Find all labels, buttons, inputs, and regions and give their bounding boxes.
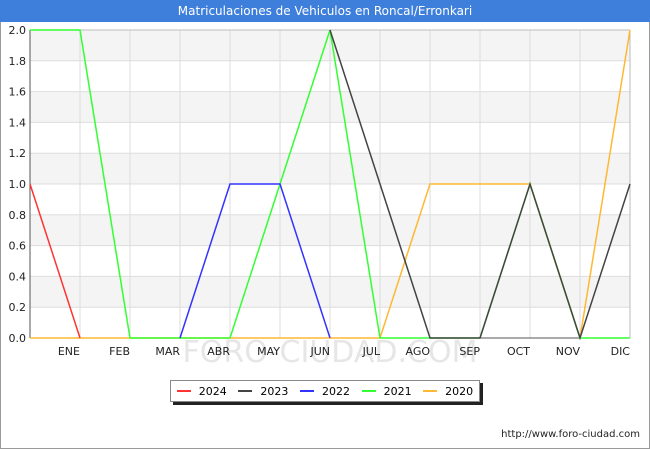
y-tick-label: 0.2 (9, 301, 27, 314)
x-tick-label: MAY (257, 345, 280, 358)
x-tick-label: FEB (109, 345, 130, 358)
legend-item-2021: 2021 (361, 384, 412, 398)
x-tick-label: ENE (58, 345, 80, 358)
legend: 2024 2023 2022 2021 2020 (170, 380, 480, 402)
legend-item-2020: 2020 (423, 385, 473, 398)
legend-swatch (423, 390, 438, 392)
y-tick-label: 1.2 (9, 147, 27, 160)
y-tick-label: 0.6 (9, 240, 27, 253)
x-tick-label: OCT (507, 345, 530, 358)
y-tick-label: 0.8 (9, 209, 27, 222)
y-tick-label: 1.6 (9, 86, 27, 99)
series-line-2024 (29, 183, 81, 339)
y-tick-label: 0.4 (9, 270, 27, 283)
x-tick-label: AGO (405, 345, 430, 358)
legend-swatch (176, 390, 191, 392)
legend-swatch (238, 390, 253, 392)
x-tick-label: SEP (459, 345, 480, 358)
legend-label: 2023 (260, 384, 289, 398)
legend-label: 2022 (321, 384, 350, 398)
y-tick-label: 1.8 (9, 55, 27, 68)
legend-swatch (361, 390, 376, 392)
y-tick-label: 2.0 (9, 24, 27, 37)
legend-item-2024: 2024 (176, 384, 227, 398)
y-tick-label: 0.0 (9, 332, 27, 345)
x-tick-label: ABR (207, 345, 230, 358)
y-tick-label: 1.4 (9, 116, 27, 129)
x-tick-label: DIC (611, 345, 631, 358)
legend-label: 2024 (198, 384, 227, 398)
credit-link[interactable]: http://www.foro-ciudad.com (501, 429, 640, 440)
legend-item-2023: 2023 (238, 385, 288, 398)
legend-swatch (299, 390, 314, 392)
legend-label: 2021 (383, 384, 412, 398)
x-tick-label: MAR (155, 345, 180, 358)
legend-label: 2020 (445, 384, 474, 398)
x-tick-label: JUN (309, 345, 330, 358)
y-tick-label: 1.0 (9, 178, 27, 191)
x-tick-label: JUL (362, 345, 381, 358)
legend-item-2022: 2022 (299, 384, 350, 398)
x-tick-label: NOV (556, 345, 581, 358)
